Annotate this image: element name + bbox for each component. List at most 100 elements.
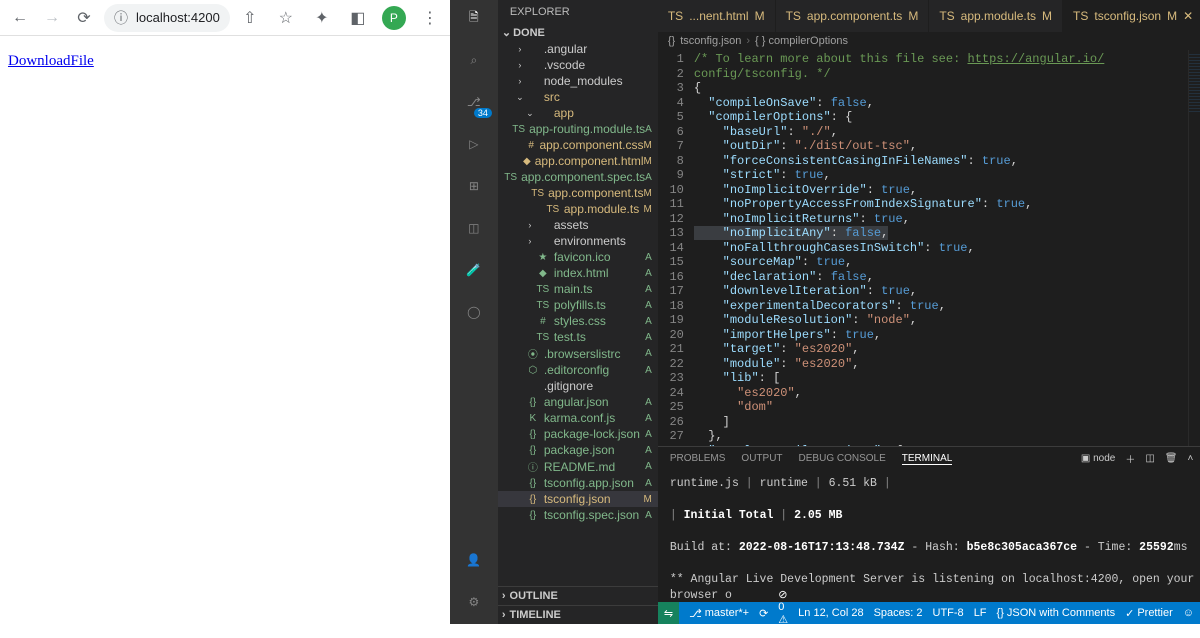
settings-icon[interactable]: ⚙: [462, 590, 486, 614]
tree-item[interactable]: ◆index.htmlA: [498, 265, 658, 281]
tree-item[interactable]: {}tsconfig.jsonM: [498, 491, 658, 507]
minimap[interactable]: [1188, 50, 1200, 446]
tree-item[interactable]: TSapp.component.tsM: [498, 185, 658, 201]
panel-tabs: PROBLEMS OUTPUT DEBUG CONSOLE TERMINAL ▣ no…: [658, 447, 1200, 470]
encoding[interactable]: UTF-8: [933, 607, 964, 619]
info-icon: ⓘ: [114, 8, 128, 28]
forward-button[interactable]: →: [40, 6, 64, 30]
cursor-position[interactable]: Ln 12, Col 28: [798, 607, 863, 619]
editor-area: TS...nent.htmlMTSapp.component.tsMTSapp.…: [658, 0, 1200, 624]
tree-item[interactable]: ★favicon.icoA: [498, 249, 658, 265]
feedback-icon[interactable]: ☺: [1183, 607, 1194, 619]
eol[interactable]: LF: [974, 607, 987, 619]
scm-icon[interactable]: ⎇: [462, 90, 486, 114]
outline-section[interactable]: ›OUTLINE: [498, 586, 658, 605]
tree-item[interactable]: TSpolyfills.tsA: [498, 297, 658, 313]
terminal-dropdown[interactable]: ▣ node: [1081, 453, 1115, 464]
page-content: DownloadFile: [0, 36, 450, 86]
tree-item[interactable]: ›node_modules: [498, 73, 658, 89]
url-text: localhost:4200: [136, 10, 220, 25]
editor-tab[interactable]: TSapp.module.tsM: [929, 0, 1063, 32]
breadcrumb-file-icon: {}: [668, 35, 675, 47]
remote-button[interactable]: ⇋: [658, 602, 679, 624]
terminal-output[interactable]: runtime.js | runtime | 6.51 kB | | Initi…: [658, 470, 1200, 602]
tree-item[interactable]: #app.component.cssM: [498, 137, 658, 153]
panel-tab-problems[interactable]: PROBLEMS: [670, 453, 726, 464]
reload-button[interactable]: ⟳: [72, 6, 96, 30]
back-button[interactable]: ←: [8, 6, 32, 30]
tree-item[interactable]: TSapp.component.spec.tsA: [498, 169, 658, 185]
tree-item[interactable]: ⓘREADME.mdA: [498, 458, 658, 475]
new-terminal-icon[interactable]: ＋: [1125, 451, 1135, 466]
editor-tabs: TS...nent.htmlMTSapp.component.tsMTSapp.…: [658, 0, 1200, 32]
sidepanel-icon[interactable]: ◧: [346, 6, 370, 30]
search-icon[interactable]: ⌕: [462, 48, 486, 72]
account-icon[interactable]: 👤: [462, 548, 486, 572]
tree-item[interactable]: {}package.jsonA: [498, 442, 658, 458]
tree-item[interactable]: #styles.cssA: [498, 313, 658, 329]
indentation[interactable]: Spaces: 2: [874, 607, 923, 619]
workspace-section[interactable]: ⌄DONE: [498, 24, 658, 41]
tree-item[interactable]: ›assets: [498, 217, 658, 233]
panel-tab-output[interactable]: OUTPUT: [741, 453, 782, 464]
activity-bar: 🗎 ⌕ ⎇ ▷ ⊞ ◫ 🧪 ◯ 👤 ⚙: [450, 0, 498, 624]
vscode-window: 🗎 ⌕ ⎇ ▷ ⊞ ◫ 🧪 ◯ 👤 ⚙ EXPLORER ⌄DONE ›.ang…: [450, 0, 1200, 624]
tree-item[interactable]: TSmain.tsA: [498, 281, 658, 297]
debug-icon[interactable]: ▷: [462, 132, 486, 156]
github-icon[interactable]: ◯: [462, 300, 486, 324]
tree-item[interactable]: TStest.tsA: [498, 329, 658, 345]
branch-indicator[interactable]: ⎇ master*+: [689, 607, 749, 620]
tree-item[interactable]: ›.angular: [498, 41, 658, 57]
avatar[interactable]: P: [382, 6, 406, 30]
tree-item[interactable]: TSapp-routing.module.tsA: [498, 121, 658, 137]
share-icon[interactable]: ⇧: [238, 6, 262, 30]
panel-tab-terminal[interactable]: TERMINAL: [902, 453, 953, 465]
trash-icon[interactable]: 🗑: [1165, 453, 1178, 464]
explorer-title: EXPLORER: [498, 0, 658, 24]
file-tree: ›.angular›.vscode›node_modules⌄src⌄appTS…: [498, 41, 658, 586]
tree-item[interactable]: ›.vscode: [498, 57, 658, 73]
tree-item[interactable]: Kkarma.conf.jsA: [498, 410, 658, 426]
problems-indicator[interactable]: ⊘ 0 ⚠ 0: [778, 588, 788, 638]
browser-window: ← → ⟳ ⓘ localhost:4200 ⇧ ☆ ✦ ◧ P ⋮ Downl…: [0, 0, 450, 624]
line-gutter: 1234567891011121314151617181920212223242…: [658, 50, 694, 446]
tree-item[interactable]: ›environments: [498, 233, 658, 249]
tree-item[interactable]: {}tsconfig.app.jsonA: [498, 475, 658, 491]
tree-item[interactable]: TSapp.module.tsM: [498, 201, 658, 217]
panel-actions: ▣ node ＋ ◫ 🗑 ˄ ✕: [1081, 451, 1200, 466]
editor-tab[interactable]: TStsconfig.jsonM✕: [1063, 0, 1200, 32]
panel-tab-debug-console[interactable]: DEBUG CONSOLE: [799, 453, 886, 464]
sync-button[interactable]: ⟳: [759, 607, 768, 620]
tree-item[interactable]: ⦿.browserslistrcA: [498, 345, 658, 362]
tree-item[interactable]: {}package-lock.jsonA: [498, 426, 658, 442]
browser-toolbar: ← → ⟳ ⓘ localhost:4200 ⇧ ☆ ✦ ◧ P ⋮: [0, 0, 450, 36]
editor-tab[interactable]: TS...nent.htmlM: [658, 0, 776, 32]
code-content[interactable]: /* To learn more about this file see: ht…: [694, 50, 1188, 446]
extensions-icon[interactable]: ✦: [310, 6, 334, 30]
tree-item[interactable]: .gitignore: [498, 378, 658, 394]
url-bar[interactable]: ⓘ localhost:4200: [104, 4, 230, 32]
tree-item[interactable]: {}angular.jsonA: [498, 394, 658, 410]
status-bar: ⇋ ⎇ master*+ ⟳ ⊘ 0 ⚠ 0 Ln 12, Col 28 Spa…: [658, 602, 1200, 624]
prettier[interactable]: ✓ Prettier: [1125, 607, 1173, 620]
timeline-section[interactable]: ›TIMELINE: [498, 605, 658, 624]
menu-icon[interactable]: ⋮: [418, 6, 442, 30]
tree-item[interactable]: {}tsconfig.spec.jsonA: [498, 507, 658, 523]
extensions-icon[interactable]: ⊞: [462, 174, 486, 198]
remote-icon[interactable]: ◫: [462, 216, 486, 240]
tree-item[interactable]: ⌄src: [498, 89, 658, 105]
code-editor[interactable]: 1234567891011121314151617181920212223242…: [658, 50, 1200, 446]
breadcrumb[interactable]: {} tsconfig.json › { } compilerOptions: [658, 32, 1200, 50]
tree-item[interactable]: ⬡.editorconfigA: [498, 362, 658, 378]
split-terminal-icon[interactable]: ◫: [1145, 453, 1154, 464]
explorer-icon[interactable]: 🗎: [462, 6, 486, 30]
testing-icon[interactable]: 🧪: [462, 258, 486, 282]
tree-item[interactable]: ◆app.component.htmlM: [498, 153, 658, 169]
download-file-link[interactable]: DownloadFile: [8, 53, 94, 69]
bottom-panel: PROBLEMS OUTPUT DEBUG CONSOLE TERMINAL ▣ no…: [658, 446, 1200, 602]
editor-tab[interactable]: TSapp.component.tsM: [776, 0, 930, 32]
tree-item[interactable]: ⌄app: [498, 105, 658, 121]
bookmark-icon[interactable]: ☆: [274, 6, 298, 30]
maximize-icon[interactable]: ˄: [1187, 453, 1193, 464]
language-mode[interactable]: {} JSON with Comments: [997, 607, 1116, 619]
